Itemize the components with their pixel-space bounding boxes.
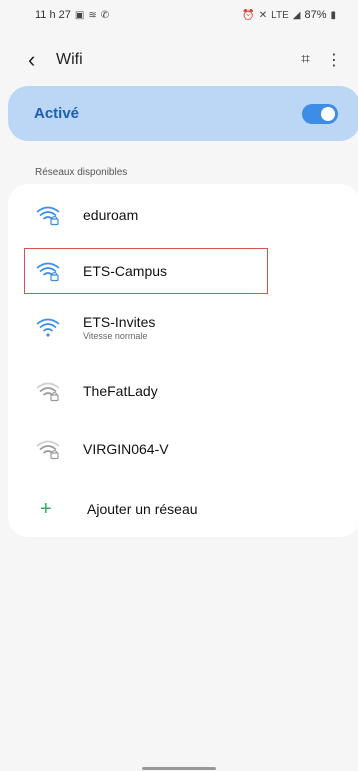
lte-icon: LTE [271,9,289,21]
image-icon: ▣ [74,9,85,21]
network-row-virgin064-v[interactable]: VIRGIN064-V [8,424,358,474]
network-row-ets-campus[interactable]: ETS-Campus [8,246,358,296]
wifi-toggle-row[interactable]: Activé [8,86,358,141]
more-vert-icon[interactable]: ⋮ [326,50,342,70]
battery-icon: ▮ [330,9,336,21]
back-chevron-icon[interactable]: ‹ [28,47,56,73]
network-speed-label: Vitesse normale [83,330,148,341]
add-network-button[interactable]: + Ajouter un réseau [8,484,358,534]
home-indicator[interactable] [142,767,216,770]
network-row-thefatlady[interactable]: TheFatLady [8,366,358,416]
network-texts: ETS-Campus [83,263,167,279]
status-left: 11 h 27 ▣ ≋ ✆ [35,9,109,21]
status-right: ⏰ ✕ LTE ◢ 87% ▮ [242,9,336,21]
wifi-switch[interactable] [302,103,338,124]
network-name: TheFatLady [83,383,158,399]
network-texts: TheFatLady [83,383,158,399]
app-bar: ‹ Wifi ⌗ ⋮ [0,40,358,80]
wifi-lock-weak-icon [36,382,60,402]
alarm-icon: ⏰ [242,9,255,21]
network-name: ETS-Invites [83,313,156,330]
plus-icon: + [40,497,52,520]
wifi-lock-icon [36,206,60,226]
battery-level: 87% [304,9,327,21]
network-texts: eduroam [83,207,138,223]
wifi-toggle-label: Activé [34,105,80,122]
network-texts: ETS-Invites Vitesse normale [83,314,155,341]
network-name: ETS-Campus [83,263,168,279]
signal-icon: ◢ [292,9,301,21]
network-name: VIRGIN064-V [83,441,169,457]
available-networks-header: Réseaux disponibles [35,167,128,178]
mute-icon: ✕ [258,9,268,21]
add-network-label: Ajouter un réseau [87,501,198,517]
call-icon: ✆ [100,9,110,21]
status-time: 11 h 27 [35,9,71,21]
networks-list: eduroam ETS-Campus ETS-Invites Vitesse n… [8,184,358,537]
wifi-open-icon [36,318,60,337]
network-name: eduroam [83,207,139,223]
network-row-ets-invites[interactable]: ETS-Invites Vitesse normale [8,302,358,352]
network-row-eduroam[interactable]: eduroam [8,190,358,240]
qr-scan-icon[interactable]: ⌗ [301,51,310,69]
wifi-lock-weak-icon [36,440,60,460]
status-bar: 11 h 27 ▣ ≋ ✆ ⏰ ✕ LTE ◢ 87% ▮ [0,0,358,30]
page-title: Wifi [56,51,83,68]
switch-knob [321,106,335,121]
network-texts: VIRGIN064-V [83,441,169,457]
app-bar-actions: ⌗ ⋮ [301,50,342,70]
wifi-lock-icon [36,262,60,282]
wifi-status-icon: ≋ [88,9,97,21]
